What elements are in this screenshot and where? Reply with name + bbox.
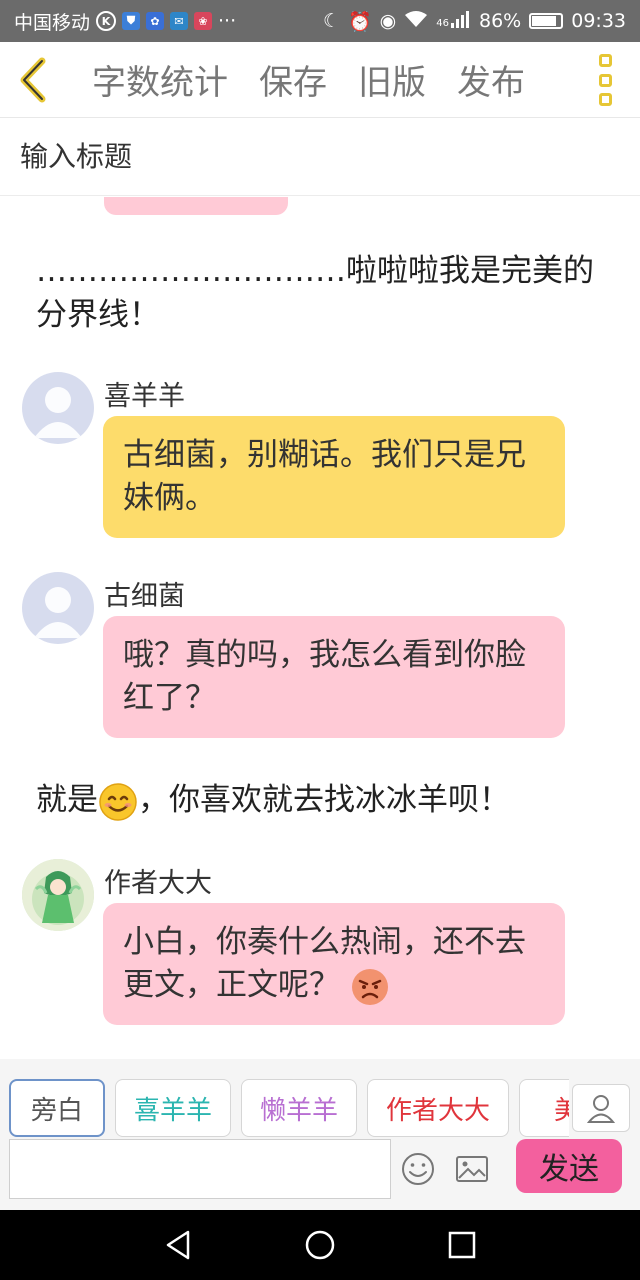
battery-percent: 86%	[479, 10, 522, 32]
role-chip[interactable]: 喜羊羊	[115, 1079, 232, 1137]
chat-message: 古细菌 哦？真的吗，我怎么看到你脸红了？	[22, 572, 622, 752]
mail-app-icon: ✉	[170, 12, 189, 30]
narration-text-after: ，你喜欢就去找冰冰羊呗！	[138, 782, 510, 818]
role-chip[interactable]: 作者大大	[367, 1079, 510, 1137]
clock: 09:33	[571, 10, 626, 32]
chat-message: 喜羊羊 古细菌，别糊话。我们只是兄妹俩。	[22, 372, 622, 552]
back-button[interactable]	[0, 42, 66, 118]
author-avatar	[22, 859, 94, 931]
sender-name: 作者大大	[104, 868, 212, 899]
paw-app-icon: ✿	[146, 12, 165, 30]
eye-icon: ◉	[379, 10, 397, 32]
battery-icon	[529, 13, 564, 29]
sender-name: 古细菌	[104, 581, 185, 612]
publish-button[interactable]: 发布	[457, 55, 525, 104]
more-dot-icon	[598, 54, 612, 67]
signal-label: 46	[436, 17, 449, 29]
more-dot-icon	[598, 73, 612, 87]
role-selector: 旁白 喜羊羊 懒羊羊 作者大大美	[9, 1079, 569, 1139]
story-content[interactable]: …………………………啦啦啦我是完美的分界线！ 喜羊羊 古细菌，别糊话。我们只是兄…	[0, 197, 640, 1059]
divider-narration: …………………………啦啦啦我是完美的分界线！	[36, 253, 594, 333]
back-triangle-icon[interactable]	[160, 1227, 196, 1263]
default-avatar	[22, 372, 94, 444]
editor-toolbar: 字数统计 保存 旧版 发布	[0, 42, 640, 118]
status-bar: 中国移动 K ⛊ ✿ ✉ ❀ ··· ☾ ⏰ ◉ 46 86% 09:33	[0, 0, 640, 42]
old-version-button[interactable]: 旧版	[358, 55, 426, 104]
smiling-emoji-icon	[99, 782, 137, 821]
home-circle-icon[interactable]	[302, 1227, 338, 1263]
word-count-button[interactable]: 字数统计	[92, 55, 228, 104]
alarm-icon: ⏰	[348, 10, 372, 33]
narration-text-before: 就是	[36, 782, 98, 818]
role-chip[interactable]: 旁白	[9, 1079, 105, 1137]
more-menu-button[interactable]	[592, 54, 618, 106]
more-dot-icon	[598, 93, 612, 106]
angry-emoji-icon	[351, 968, 388, 1005]
send-button[interactable]: 发送	[516, 1139, 622, 1193]
composer-panel: 旁白 喜羊羊 懒羊羊 作者大大美 发送	[0, 1059, 640, 1210]
chevron-left-icon	[20, 57, 46, 102]
system-nav-bar	[0, 1210, 640, 1280]
message-bubble[interactable]: 小白，你奏什么热闹，还不去更文，正文呢？	[103, 903, 565, 1025]
default-avatar	[22, 572, 94, 644]
title-input[interactable]	[20, 140, 620, 173]
more-notifications-icon: ···	[218, 10, 237, 32]
title-row	[0, 118, 640, 196]
role-chip[interactable]: 美	[519, 1079, 569, 1137]
save-button[interactable]: 保存	[259, 55, 327, 104]
sender-name: 喜羊羊	[104, 381, 185, 412]
moon-icon: ☾	[322, 10, 340, 32]
k-app-icon: K	[96, 11, 117, 31]
carrier-name: 中国移动	[14, 11, 91, 34]
person-icon	[587, 1095, 615, 1123]
message-bubble[interactable]: 哦？真的吗，我怎么看到你脸红了？	[103, 616, 565, 738]
message-input[interactable]	[9, 1139, 391, 1199]
role-chip[interactable]: 懒羊羊	[241, 1079, 358, 1137]
manage-roles-button[interactable]	[572, 1084, 630, 1132]
message-text: 小白，你奏什么热闹，还不去更文，正文呢？	[123, 924, 526, 1003]
wifi-icon	[404, 10, 428, 33]
previous-message-bubble	[104, 197, 288, 215]
narration-line: 就是 ，你喜欢就去找冰冰羊呗！	[36, 778, 606, 822]
recents-square-icon[interactable]	[444, 1227, 480, 1263]
cell-signal-icon	[451, 10, 471, 33]
chat-message: 作者大大 小白，你奏什么热闹，还不去更文，正文呢？	[22, 859, 622, 1039]
message-bubble[interactable]: 古细菌，别糊话。我们只是兄妹俩。	[103, 416, 565, 538]
flower-app-icon: ❀	[194, 12, 213, 30]
shield-app-icon: ⛊	[122, 12, 141, 30]
image-picker-icon[interactable]	[454, 1151, 490, 1187]
emoji-picker-icon[interactable]	[400, 1151, 436, 1187]
